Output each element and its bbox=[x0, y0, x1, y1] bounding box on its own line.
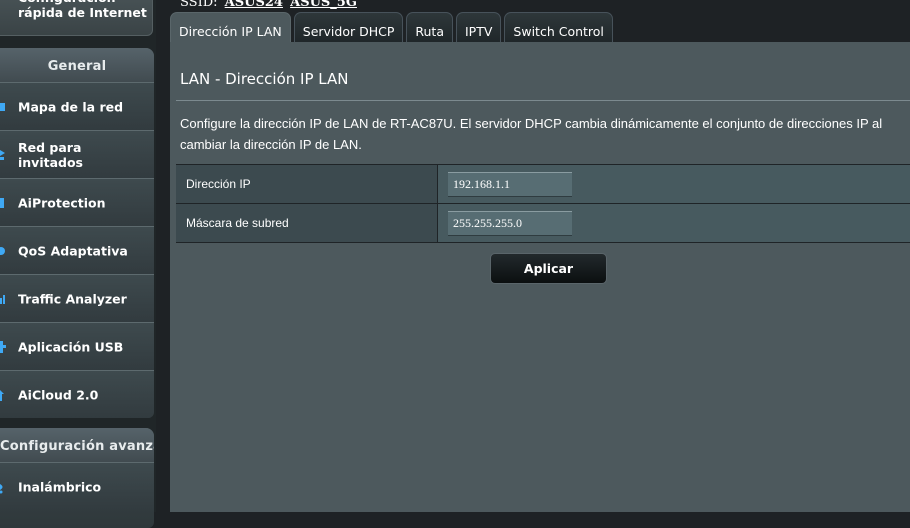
qos-icon bbox=[0, 246, 5, 255]
title-divider bbox=[176, 100, 910, 101]
sidebar-item-label: AiCloud 2.0 bbox=[18, 387, 99, 402]
ip-address-label: Dirección IP bbox=[176, 165, 438, 203]
traffic-analyzer-icon bbox=[0, 294, 5, 304]
sidebar-item-label: Aplicación USB bbox=[18, 339, 124, 354]
content-panel: LAN - Dirección IP LAN Configure la dire… bbox=[170, 42, 910, 512]
sidebar-item-wireless[interactable]: Inalámbrico bbox=[0, 462, 154, 510]
sidebar-item-label: Red para invitados bbox=[18, 139, 84, 170]
sidebar-item-label: Mapa de la red bbox=[18, 99, 124, 114]
general-menu-header: General bbox=[0, 48, 154, 82]
aicloud-icon bbox=[0, 389, 4, 401]
form-row-subnet-mask: Máscara de subred bbox=[176, 203, 910, 242]
ip-address-input[interactable] bbox=[448, 172, 572, 197]
tab-bar: Dirección IP LAN Servidor DHCP Ruta IPTV… bbox=[170, 12, 616, 43]
advanced-menu-group: Configuración avanzada Inalámbrico bbox=[0, 428, 154, 528]
ssid-prefix: SSID: bbox=[180, 0, 218, 10]
sidebar-item-traffic-analyzer[interactable]: Traffic Analyzer bbox=[0, 274, 154, 322]
subnet-mask-input[interactable] bbox=[448, 211, 572, 236]
sidebar-item-label: Inalámbrico bbox=[18, 479, 102, 494]
sidebar-item-label: QoS Adaptativa bbox=[18, 243, 128, 258]
sidebar-item-label: AiProtection bbox=[18, 195, 106, 210]
sidebar-item-guest-network[interactable]: Red para invitados bbox=[0, 130, 154, 178]
quick-internet-setup-menu-item[interactable]: Configuración rápida de Internet bbox=[0, 0, 153, 36]
apply-button[interactable]: Aplicar bbox=[490, 253, 607, 284]
network-map-icon bbox=[0, 102, 5, 111]
general-menu-group: General Mapa de la red Red para invitado… bbox=[0, 48, 154, 418]
sidebar-item-network-map[interactable]: Mapa de la red bbox=[0, 82, 154, 130]
ssid-link-2g[interactable]: ASUS24 bbox=[225, 0, 283, 10]
tab-iptv[interactable]: IPTV bbox=[456, 12, 502, 43]
tab-dhcp-server[interactable]: Servidor DHCP bbox=[293, 12, 404, 43]
sidebar-item-label: Traffic Analyzer bbox=[18, 291, 127, 306]
sidebar-item-aicloud[interactable]: AiCloud 2.0 bbox=[0, 370, 154, 418]
subnet-mask-label: Máscara de subred bbox=[176, 204, 438, 242]
subnet-mask-cell bbox=[438, 204, 910, 242]
page-description: Configure la dirección IP de LAN de RT-A… bbox=[180, 116, 883, 152]
guest-network-icon bbox=[0, 149, 5, 160]
sidebar-item-aiprotection[interactable]: AiProtection bbox=[0, 178, 154, 226]
lan-ip-form: Dirección IP Máscara de subred bbox=[176, 164, 910, 243]
ssid-bar: SSID: ASUS24 ASUS_5G bbox=[180, 0, 357, 10]
page-title: LAN - Dirección IP LAN bbox=[180, 70, 349, 88]
tab-switch-control[interactable]: Switch Control bbox=[504, 12, 613, 43]
aiprotection-icon bbox=[0, 197, 4, 208]
advanced-menu-header: Configuración avanzada bbox=[0, 428, 154, 462]
ssid-link-5g[interactable]: ASUS_5G bbox=[290, 0, 357, 10]
sidebar-item-qos[interactable]: QoS Adaptativa bbox=[0, 226, 154, 274]
wireless-icon bbox=[0, 483, 3, 493]
sidebar: Configuración rápida de Internet General… bbox=[0, 0, 156, 528]
sidebar-item-usb-application[interactable]: Aplicación USB bbox=[0, 322, 154, 370]
usb-icon bbox=[0, 340, 6, 353]
tab-lan-ip[interactable]: Dirección IP LAN bbox=[170, 12, 291, 43]
tab-route[interactable]: Ruta bbox=[406, 12, 453, 43]
ip-address-cell bbox=[438, 165, 910, 203]
form-row-ip-address: Dirección IP bbox=[176, 165, 910, 203]
quick-internet-setup-label: Configuración rápida de Internet bbox=[18, 0, 147, 20]
